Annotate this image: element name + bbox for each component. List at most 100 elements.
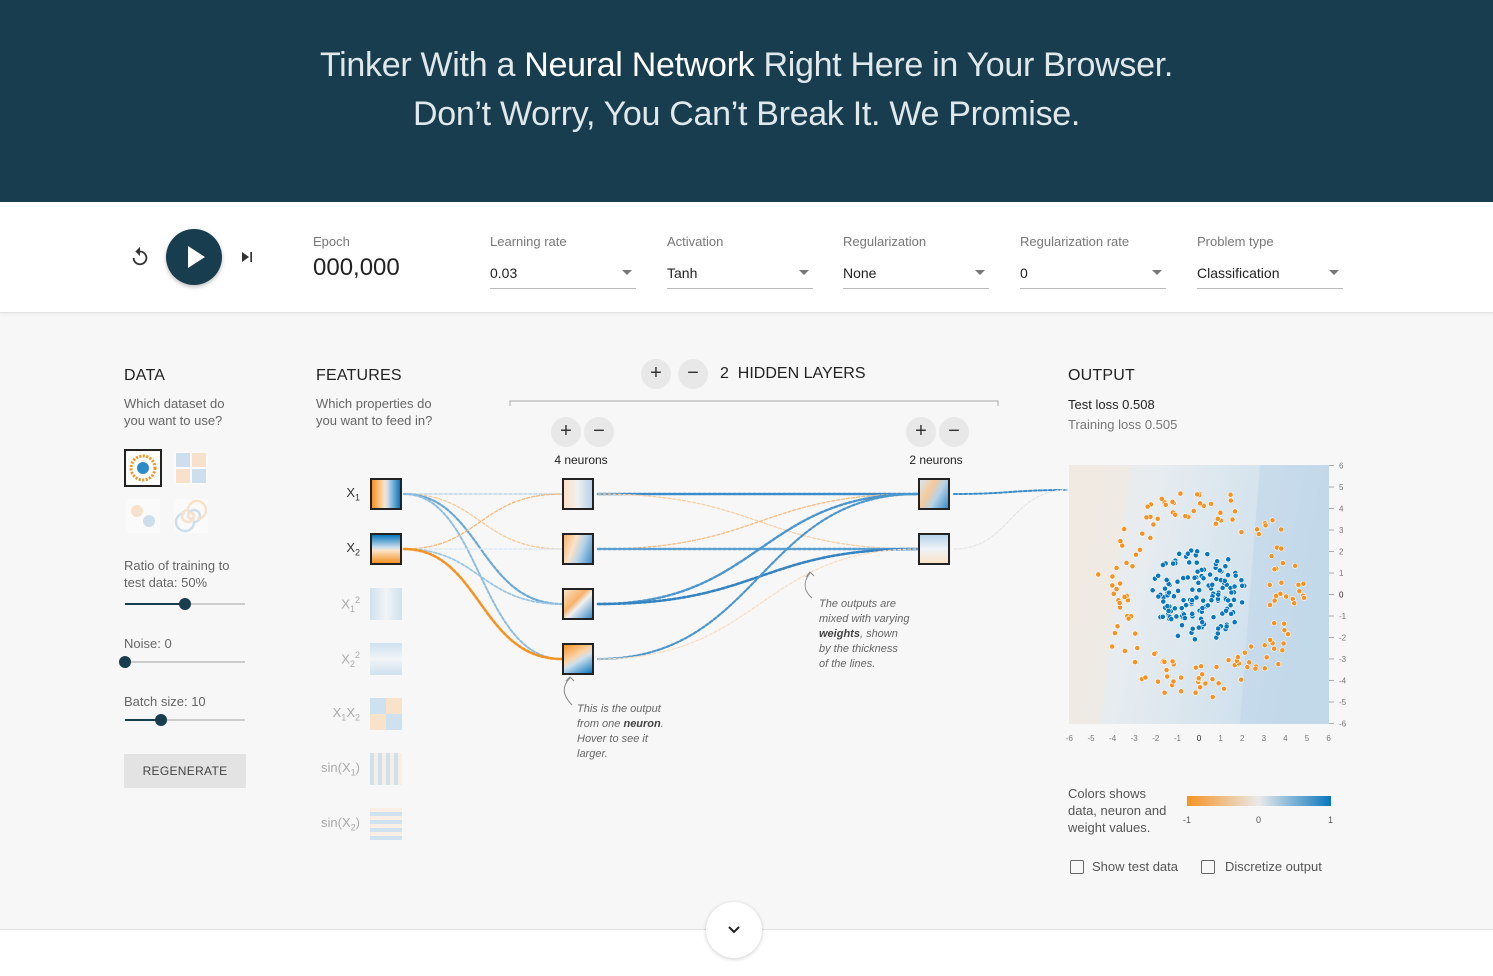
neuron-layer1-1[interactable] (562, 478, 594, 510)
neuron-layer1-2[interactable] (562, 533, 594, 565)
feature-label-x2-squared: X22 (341, 650, 360, 669)
data-point-orange (1109, 573, 1116, 580)
data-point-blue (1223, 607, 1229, 614)
data-point-blue (1199, 619, 1206, 626)
data-point-orange (1169, 658, 1176, 665)
data-point-orange (1261, 665, 1268, 672)
show-test-data-checkbox[interactable] (1070, 860, 1084, 874)
data-point-blue (1174, 578, 1181, 585)
training-loss: Training loss 0.505 (1068, 417, 1178, 432)
layer2-neuron-count: 2 neurons (909, 453, 963, 467)
add-neuron-layer2-button[interactable]: + (906, 417, 936, 447)
x-tick-label: -2 (1152, 734, 1160, 743)
feature-label-x1-squared: X12 (341, 595, 360, 614)
scroll-down-button[interactable] (706, 902, 762, 958)
feature-label-x1: X1 (346, 485, 360, 503)
data-point-blue (1225, 572, 1231, 578)
data-point-orange (1279, 560, 1286, 567)
data-point-orange (1116, 600, 1123, 606)
data-point-blue (1194, 548, 1201, 555)
x-tick-label: -1 (1174, 734, 1182, 743)
data-point-orange (1241, 649, 1248, 656)
data-point-orange (1261, 642, 1268, 649)
data-point-orange (1225, 657, 1232, 663)
add-neuron-layer1-button[interactable]: + (551, 417, 581, 447)
x-tick-label: 3 (1262, 734, 1267, 743)
data-point-orange (1208, 500, 1214, 507)
data-point-orange (1300, 580, 1307, 587)
discretize-output-label: Discretize output (1225, 859, 1322, 874)
data-point-blue (1231, 619, 1238, 626)
feature-node-x2[interactable] (370, 533, 402, 565)
feature-node-sin-x1[interactable] (370, 753, 402, 785)
data-point-orange (1113, 586, 1120, 593)
data-point-orange (1169, 498, 1176, 505)
data-point-orange (1192, 689, 1199, 696)
data-point-orange (1271, 645, 1278, 652)
data-point-orange (1178, 674, 1184, 681)
data-point-orange (1198, 663, 1205, 670)
remove-neuron-layer1-button[interactable]: − (584, 417, 614, 447)
y-tick-label: -6 (1339, 719, 1347, 728)
data-point-blue (1166, 589, 1172, 596)
data-point-orange (1229, 516, 1236, 523)
add-layer-button[interactable]: + (641, 359, 671, 389)
data-point-orange (1232, 508, 1238, 515)
data-point-blue (1175, 587, 1181, 594)
neuron-layer1-4[interactable] (562, 643, 594, 675)
data-point-orange (1267, 637, 1274, 643)
data-point-blue (1228, 589, 1235, 596)
data-point-orange (1112, 630, 1118, 637)
data-point-orange (1295, 581, 1302, 588)
data-point-orange (1109, 643, 1116, 650)
data-point-orange (1263, 654, 1270, 661)
feature-node-sin-x2[interactable] (370, 808, 402, 840)
data-point-orange (1238, 676, 1245, 683)
remove-layer-button[interactable]: − (678, 359, 708, 389)
data-point-orange (1095, 571, 1102, 578)
data-point-orange (1197, 684, 1204, 691)
data-point-orange (1132, 630, 1139, 637)
data-point-blue (1214, 558, 1221, 565)
feature-node-x1[interactable] (370, 478, 402, 510)
remove-neuron-layer2-button[interactable]: − (939, 417, 969, 447)
feature-node-x1-squared[interactable] (370, 588, 402, 620)
x-tick-label: -6 (1066, 734, 1074, 743)
y-tick-label: -3 (1339, 655, 1347, 664)
data-point-blue (1162, 585, 1168, 592)
data-point-orange (1238, 529, 1245, 536)
data-point-blue (1208, 597, 1215, 604)
data-point-orange (1178, 688, 1185, 695)
data-point-blue (1168, 616, 1175, 623)
neuron-layer2-2[interactable] (918, 533, 950, 565)
data-point-blue (1192, 636, 1198, 643)
color-legend-bar (1187, 796, 1331, 806)
data-point-orange (1227, 491, 1234, 498)
data-point-blue (1170, 560, 1177, 567)
neuron-layer1-3[interactable] (562, 588, 594, 620)
neuron-note: This is the output from one neuron. Hove… (577, 703, 664, 760)
neuron-layer2-1[interactable] (918, 478, 950, 510)
feature-node-x2-squared[interactable] (370, 643, 402, 675)
data-point-orange (1269, 517, 1276, 524)
data-point-orange (1150, 521, 1157, 528)
y-tick-label: 5 (1339, 483, 1344, 492)
feature-node-x1x2[interactable] (370, 698, 402, 730)
discretize-output-checkbox[interactable] (1201, 860, 1215, 874)
data-point-orange (1117, 538, 1124, 545)
y-tick-label: -4 (1339, 676, 1347, 685)
data-point-orange (1134, 645, 1141, 651)
data-point-orange (1129, 563, 1136, 570)
data-point-blue (1195, 624, 1202, 631)
data-point-blue (1160, 598, 1167, 605)
chevron-down-icon (728, 926, 740, 934)
data-point-blue (1232, 572, 1239, 579)
data-point-orange (1217, 509, 1224, 516)
data-point-orange (1147, 535, 1154, 541)
data-point-blue (1180, 597, 1187, 604)
data-point-blue (1186, 559, 1193, 566)
layer1-neuron-count: 4 neurons (554, 453, 608, 467)
y-tick-label: 6 (1339, 462, 1344, 471)
test-loss: Test loss 0.508 (1068, 397, 1155, 412)
data-point-orange (1192, 664, 1199, 671)
